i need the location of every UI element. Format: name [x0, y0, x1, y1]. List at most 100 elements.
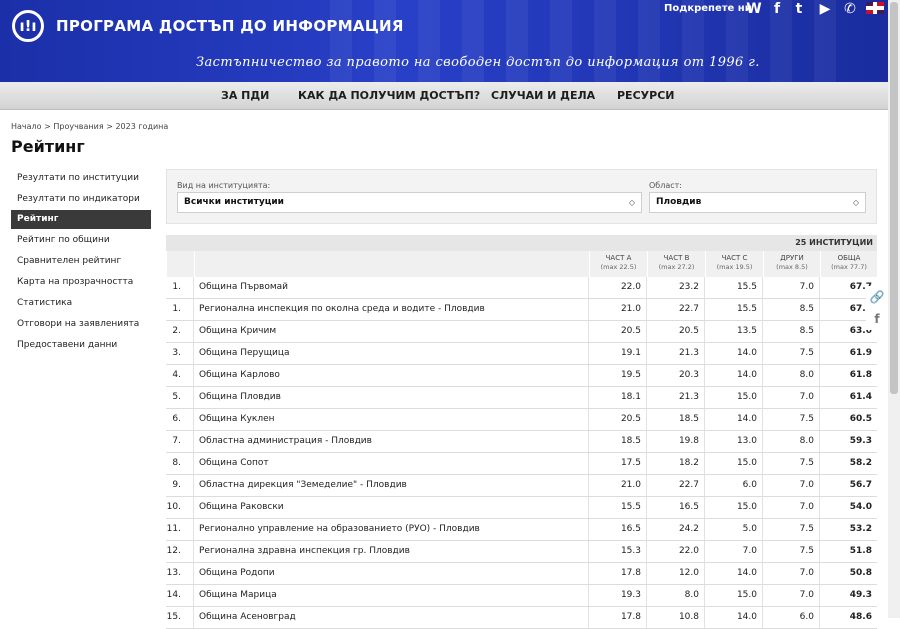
row-score-a: 21.0 — [589, 475, 647, 496]
table-row[interactable]: 12. Регионална здравна инспекция гр. Плов… — [166, 541, 877, 563]
row-score-d: 7.0 — [763, 475, 820, 496]
nav-item-about[interactable]: ЗА ПДИ — [221, 89, 269, 102]
row-score-a: 19.5 — [589, 365, 647, 386]
row-score-c: 15.0 — [705, 453, 763, 474]
row-institution-name[interactable]: Община Перущица — [194, 343, 589, 364]
row-score-b: 20.3 — [647, 365, 705, 386]
column-header-other[interactable]: ДРУГИ (max 8.5) — [763, 251, 820, 277]
sidebar-item-statistics[interactable]: Статистика — [11, 294, 151, 313]
row-score-d: 7.5 — [763, 453, 820, 474]
facebook-icon[interactable]: f — [770, 0, 784, 18]
table-row[interactable]: 3. Община Перущица 19.1 21.3 14.0 7.5 61.9 — [166, 343, 877, 365]
filter-panel: Вид на институцията: Всички институции ◇… — [166, 169, 877, 224]
scrollbar-thumb[interactable] — [890, 2, 898, 394]
row-institution-name[interactable]: Община Първомай — [194, 277, 589, 298]
table-row[interactable]: 11. Регионално управление на образованиет… — [166, 519, 877, 541]
row-rank: 4. — [166, 365, 194, 386]
nav-item-cases[interactable]: СЛУЧАИ И ДЕЛА — [491, 89, 595, 102]
row-score-b: 23.2 — [647, 277, 705, 298]
row-score-a: 19.3 — [589, 585, 647, 606]
row-score-c: 14.0 — [705, 365, 763, 386]
institution-type-value: Всички институции — [184, 197, 284, 207]
row-score-t: 53.2 — [849, 524, 872, 534]
row-score-a: 18.5 — [589, 431, 647, 452]
table-row[interactable]: 9. Областна дирекция "Земеделие" - Пловди… — [166, 475, 877, 497]
table-row[interactable]: 7. Областна администрация - Пловдив 18.5 19… — [166, 431, 877, 453]
table-row[interactable]: 4. Община Карлово 19.5 20.3 14.0 8.0 61.8 — [166, 365, 877, 387]
row-score-d: 7.0 — [763, 387, 820, 408]
sidebar-item-results-indicators[interactable]: Резултати по индикатори — [11, 190, 151, 209]
table-row[interactable]: 5. Община Пловдив 18.1 21.3 15.0 7.0 61.4 — [166, 387, 877, 409]
sidebar-item-rating[interactable]: Рейтинг — [11, 210, 151, 229]
support-link[interactable]: Подкрепете ни — [664, 3, 752, 14]
row-institution-name[interactable]: Община Кричим — [194, 321, 589, 342]
row-rank: 1. — [166, 299, 194, 320]
column-header-part-a[interactable]: ЧАСТ А (max 22.5) — [589, 251, 647, 277]
facebook-share-icon[interactable]: f — [866, 308, 888, 330]
table-row[interactable]: 1. Община Първомай 22.0 23.2 15.5 7.0 67.7 — [166, 277, 877, 299]
sidebar-item-results-institutions[interactable]: Резултати по институции — [11, 169, 151, 188]
row-score-t: 61.4 — [849, 392, 872, 402]
row-rank: 8. — [166, 453, 194, 474]
row-score-c: 5.0 — [705, 519, 763, 540]
row-institution-name[interactable]: Община Карлово — [194, 365, 589, 386]
row-institution-name[interactable]: Община Раковски — [194, 497, 589, 518]
row-rank: 10. — [166, 497, 194, 518]
row-score-t: 49.3 — [849, 590, 872, 600]
table-row[interactable]: 15. Община Асеновград 17.8 10.8 14.0 6.0 48.6 — [166, 607, 877, 629]
row-score-b: 21.3 — [647, 343, 705, 364]
row-score-b: 22.0 — [647, 541, 705, 562]
column-header-part-c[interactable]: ЧАСТ C (max 19.5) — [705, 251, 763, 277]
row-score-a: 19.1 — [589, 343, 647, 364]
uk-flag-icon[interactable] — [866, 2, 884, 14]
row-score-b: 20.5 — [647, 321, 705, 342]
region-select[interactable]: Пловдив ◇ — [649, 192, 866, 213]
row-institution-name[interactable]: Регионална инспекция по околна среда и в… — [194, 299, 589, 320]
table-header-bar: 25 ИНСТИТУЦИИ — [166, 235, 877, 251]
breadcrumb[interactable]: Начало > Проучвания > 2023 година — [11, 122, 168, 131]
phone-icon[interactable]: ✆ — [842, 0, 858, 18]
row-institution-name[interactable]: Областна дирекция "Земеделие" - Пловдив — [194, 475, 589, 496]
table-row[interactable]: 6. Община Куклен 20.5 18.5 14.0 7.5 60.5 — [166, 409, 877, 431]
row-institution-name[interactable]: Община Сопот — [194, 453, 589, 474]
institution-type-select[interactable]: Всички институции ◇ — [177, 192, 642, 213]
row-score-a: 17.5 — [589, 453, 647, 474]
youtube-icon[interactable]: ▶ — [815, 0, 835, 18]
sidebar-item-responses[interactable]: Отговори на заявленията — [11, 315, 151, 334]
row-score-b: 12.0 — [647, 563, 705, 584]
sidebar-item-provided-data[interactable]: Предоставени данни — [11, 336, 151, 355]
region-value: Пловдив — [656, 197, 702, 207]
copy-link-icon[interactable]: 🔗 — [866, 286, 888, 308]
table-row[interactable]: 10. Община Раковски 15.5 16.5 15.0 7.0 54.0 — [166, 497, 877, 519]
sidebar-item-comparative-rating[interactable]: Сравнителен рейтинг — [11, 252, 151, 271]
nav-item-resources[interactable]: РЕСУРСИ — [617, 89, 674, 102]
table-row[interactable]: 14. Община Марица 19.3 8.0 15.0 7.0 49.3 — [166, 585, 877, 607]
region-label: Област: — [649, 181, 682, 190]
row-institution-name[interactable]: Регионална здравна инспекция гр. Пловдив — [194, 541, 589, 562]
table-row[interactable]: 1. Регионална инспекция по околна среда и… — [166, 299, 877, 321]
row-institution-name[interactable]: Община Родопи — [194, 563, 589, 584]
wordpress-icon[interactable]: W — [745, 0, 763, 18]
row-score-a: 20.5 — [589, 409, 647, 430]
row-institution-name[interactable]: Община Пловдив — [194, 387, 589, 408]
row-institution-name[interactable]: Община Марица — [194, 585, 589, 606]
row-institution-name[interactable]: Регионално управление на образованието (… — [194, 519, 589, 540]
row-score-c: 15.0 — [705, 585, 763, 606]
row-institution-name[interactable]: Областна администрация - Пловдив — [194, 431, 589, 452]
row-institution-name[interactable]: Община Куклен — [194, 409, 589, 430]
site-title[interactable]: ПРОГРАМА ДОСТЪП ДО ИНФОРМАЦИЯ — [56, 17, 404, 35]
column-header-total[interactable]: ОБЩА (max 77.7) — [820, 251, 877, 277]
sidebar-item-rating-municipalities[interactable]: Рейтинг по общини — [11, 231, 151, 250]
table-row[interactable]: 2. Община Кричим 20.5 20.5 13.5 8.5 63.0 — [166, 321, 877, 343]
site-motto: Застъпничество за правото на свободен до… — [196, 55, 760, 70]
table-row[interactable]: 8. Община Сопот 17.5 18.2 15.0 7.5 58.2 — [166, 453, 877, 475]
table-row[interactable]: 13. Община Родопи 17.8 12.0 14.0 7.0 50.8 — [166, 563, 877, 585]
site-logo-icon[interactable]: ı!ı — [12, 10, 44, 42]
column-header-part-b[interactable]: ЧАСТ B (max 27.2) — [647, 251, 705, 277]
row-rank: 5. — [166, 387, 194, 408]
row-score-a: 20.5 — [589, 321, 647, 342]
nav-item-access[interactable]: КАК ДА ПОЛУЧИМ ДОСТЪП? — [298, 89, 480, 102]
twitter-icon[interactable]: t — [790, 0, 808, 18]
sidebar-item-transparency-map[interactable]: Карта на прозрачността — [11, 273, 151, 292]
row-rank: 11. — [166, 519, 194, 540]
